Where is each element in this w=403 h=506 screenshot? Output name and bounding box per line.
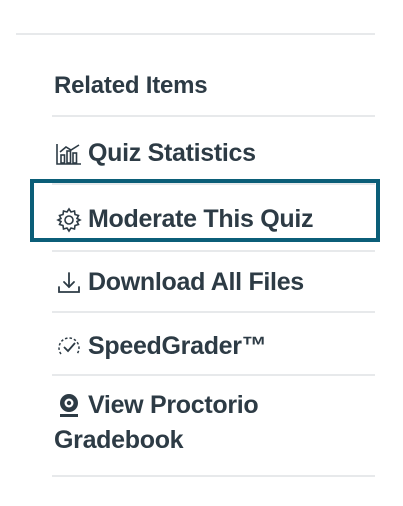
divider xyxy=(52,311,375,313)
moderate-this-quiz-label: Moderate This Quiz xyxy=(88,205,314,233)
moderate-this-quiz-link[interactable]: Moderate This Quiz xyxy=(54,205,313,234)
proctorio-webcam-icon xyxy=(54,392,84,420)
related-items-heading: Related Items xyxy=(54,72,208,99)
quiz-statistics-label: Quiz Statistics xyxy=(88,139,256,167)
view-proctorio-label: View Proctorio xyxy=(88,391,259,419)
gear-icon xyxy=(54,206,84,234)
speedgrader-icon xyxy=(54,333,84,361)
download-all-files-label: Download All Files xyxy=(88,268,304,296)
divider xyxy=(16,33,375,35)
speedgrader-link[interactable]: SpeedGrader™ xyxy=(54,332,267,361)
quiz-statistics-link[interactable]: Quiz Statistics xyxy=(54,139,256,168)
download-all-files-link[interactable]: Download All Files xyxy=(54,268,304,297)
view-proctorio-gradebook-link[interactable]: View Proctorio xyxy=(54,391,259,420)
divider xyxy=(52,475,375,477)
related-items-panel: Related Items Quiz Statistics Moderate T… xyxy=(0,0,403,506)
download-icon xyxy=(54,269,84,297)
divider xyxy=(52,115,375,117)
gradebook-label[interactable]: Gradebook xyxy=(54,426,184,455)
bar-chart-icon xyxy=(54,140,84,168)
divider xyxy=(52,250,375,252)
divider xyxy=(52,374,375,376)
speedgrader-label: SpeedGrader™ xyxy=(88,332,267,360)
